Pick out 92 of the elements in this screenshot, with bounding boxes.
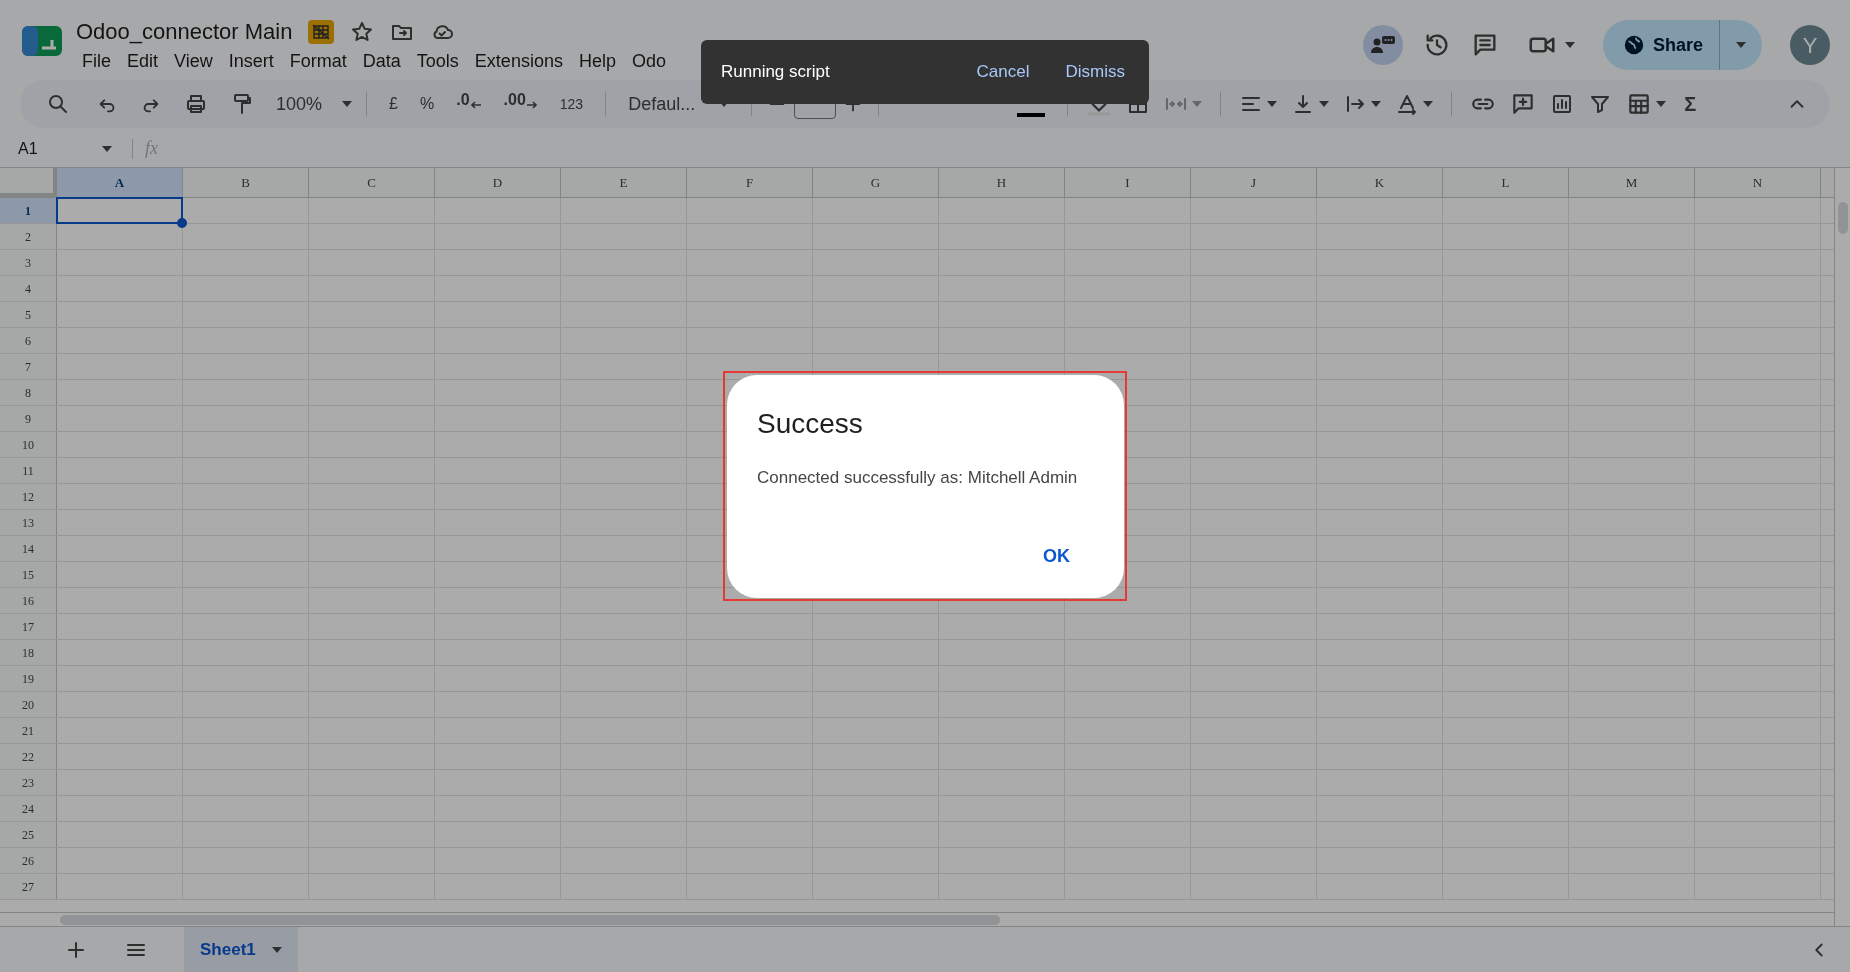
caret-icon[interactable]: [1371, 101, 1382, 107]
caret-icon[interactable]: [1423, 101, 1434, 107]
row-header[interactable]: 27: [0, 874, 57, 899]
sheet-tab[interactable]: Sheet1: [184, 926, 298, 972]
row-header[interactable]: 22: [0, 744, 57, 769]
row-header[interactable]: 20: [0, 692, 57, 717]
caret-icon[interactable]: [1736, 42, 1746, 48]
row-header[interactable]: 11: [0, 458, 57, 483]
column-header[interactable]: L: [1443, 168, 1569, 197]
row-header[interactable]: 24: [0, 796, 57, 821]
menu-item[interactable]: Format: [281, 47, 355, 75]
row-header[interactable]: 5: [0, 302, 57, 327]
row-header[interactable]: 3: [0, 250, 57, 275]
column-header[interactable]: D: [435, 168, 561, 197]
toast-message: Running script: [721, 61, 831, 84]
dialog-message: Connected successfully as: Mitchell Admin: [757, 467, 1079, 489]
column-header[interactable]: A: [57, 168, 183, 197]
arrow-left-icon: [469, 100, 482, 110]
column-header[interactable]: J: [1191, 168, 1317, 197]
fill-handle[interactable]: [177, 218, 187, 228]
row-header[interactable]: 12: [0, 484, 57, 509]
menu-item[interactable]: Data: [354, 47, 409, 75]
row-header[interactable]: 4: [0, 276, 57, 301]
column-header[interactable]: C: [309, 168, 435, 197]
menu-item[interactable]: Odo: [623, 47, 674, 75]
arrow-right-icon: [525, 100, 538, 110]
spreadsheet-logo-icon[interactable]: [22, 24, 62, 58]
menu-item[interactable]: Extensions: [466, 47, 571, 75]
row-header[interactable]: 1: [0, 198, 57, 223]
column-header[interactable]: K: [1317, 168, 1443, 197]
column-header[interactable]: F: [687, 168, 813, 197]
column-header[interactable]: E: [561, 168, 687, 197]
dialog-title: Success: [757, 407, 864, 441]
horizontal-scrollbar-thumb[interactable]: [60, 914, 1000, 925]
row-header[interactable]: 2: [0, 224, 57, 249]
caret-icon[interactable]: [1319, 101, 1330, 107]
column-header[interactable]: I: [1065, 168, 1191, 197]
text-color-bar[interactable]: [1017, 113, 1046, 117]
selected-cell[interactable]: [56, 197, 183, 224]
menu-item[interactable]: Insert: [220, 47, 282, 75]
row-header[interactable]: 9: [0, 406, 57, 431]
percent-format[interactable]: %: [411, 88, 443, 120]
row-header[interactable]: 23: [0, 770, 57, 795]
caret-icon[interactable]: [102, 145, 112, 152]
ok-button[interactable]: OK: [1027, 535, 1086, 578]
menu-item[interactable]: File: [74, 47, 119, 75]
document-title[interactable]: Odoo_connector Main: [76, 21, 293, 43]
row-header[interactable]: 15: [0, 562, 57, 587]
row-header[interactable]: 25: [0, 822, 57, 847]
search-icon[interactable]: [46, 92, 70, 116]
row-header[interactable]: 21: [0, 718, 57, 743]
avatar[interactable]: Y: [1790, 25, 1830, 65]
caret-icon[interactable]: [271, 946, 282, 953]
caret-icon[interactable]: [342, 101, 353, 107]
currency-format[interactable]: £: [381, 88, 406, 120]
meet-chat-icon[interactable]: [1362, 25, 1403, 65]
caret-icon[interactable]: [1656, 101, 1667, 107]
row-header[interactable]: 26: [0, 848, 57, 873]
row-header[interactable]: 10: [0, 432, 57, 457]
row-header[interactable]: 18: [0, 640, 57, 665]
column-header[interactable]: N: [1695, 168, 1821, 197]
zoom-dropdown[interactable]: 100%: [276, 90, 353, 118]
menu-item[interactable]: View: [166, 47, 221, 75]
column-header[interactable]: H: [939, 168, 1065, 197]
grid-off-icon[interactable]: [308, 20, 335, 44]
row-header[interactable]: 16: [0, 588, 57, 613]
print-icon[interactable]: [184, 92, 208, 116]
menu-item[interactable]: Help: [570, 47, 624, 75]
globe-icon: [1622, 34, 1645, 56]
menu-item[interactable]: Edit: [119, 47, 167, 75]
name-box[interactable]: A1: [18, 136, 102, 161]
decrease-decimal-button[interactable]: .0: [448, 88, 490, 120]
menu-item[interactable]: Tools: [408, 47, 467, 75]
row-header[interactable]: 14: [0, 536, 57, 561]
vertical-scrollbar-thumb[interactable]: [1837, 202, 1848, 234]
row-header[interactable]: 6: [0, 328, 57, 353]
caret-icon[interactable]: [1267, 101, 1278, 107]
toast-action[interactable]: Dismiss: [1051, 59, 1139, 85]
number-format-button[interactable]: 123: [551, 88, 592, 120]
row-header[interactable]: 7: [0, 354, 57, 379]
caret-icon[interactable]: [1564, 42, 1575, 48]
row-header[interactable]: 17: [0, 614, 57, 639]
functions-button[interactable]: Σ: [1676, 88, 1705, 120]
column-header[interactable]: B: [183, 168, 309, 197]
row-header[interactable]: 13: [0, 510, 57, 535]
column-header[interactable]: G: [813, 168, 939, 197]
increase-decimal-button[interactable]: .00: [495, 88, 546, 120]
toast-action[interactable]: Cancel: [962, 59, 1044, 85]
column-header[interactable]: M: [1569, 168, 1695, 197]
row-header[interactable]: 19: [0, 666, 57, 691]
row-header[interactable]: 8: [0, 380, 57, 405]
star-icon[interactable]: [350, 20, 375, 44]
